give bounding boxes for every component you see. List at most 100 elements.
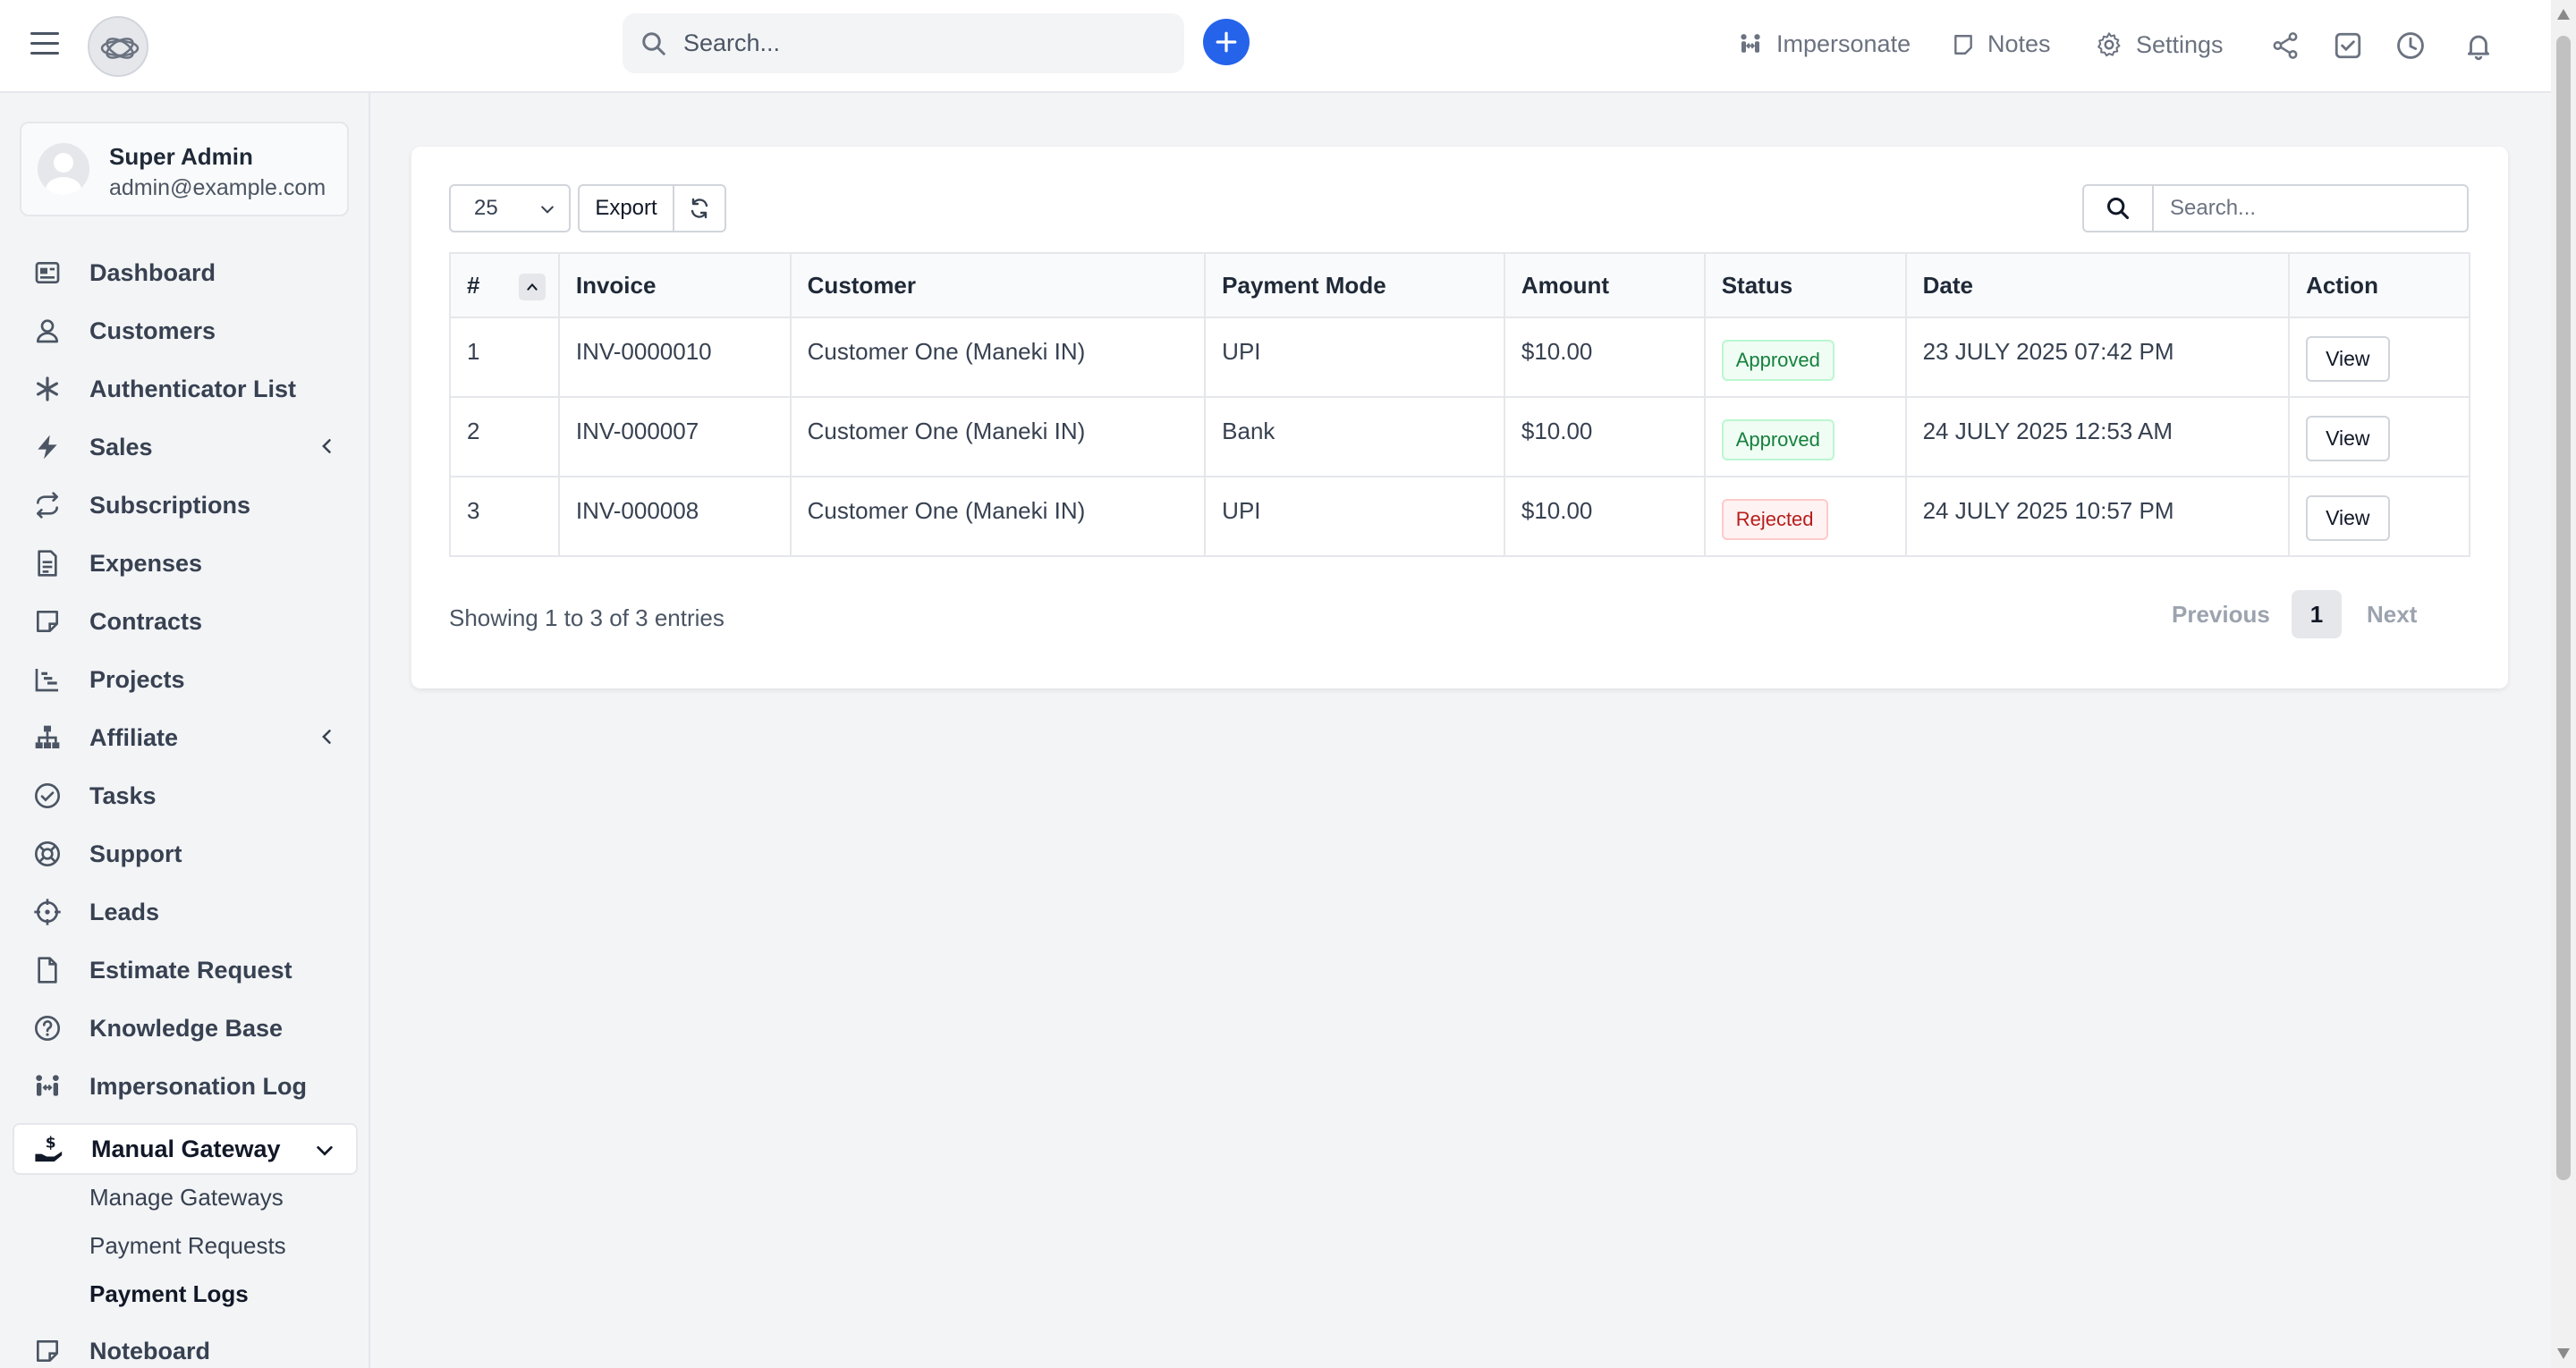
- table-search-button[interactable]: [2082, 184, 2154, 232]
- column-header-action: Action: [2288, 252, 2470, 318]
- impersonate-label: Impersonate: [1776, 30, 1911, 57]
- user-icon: [37, 319, 58, 343]
- payment-logs-card: 25 Export # Invoice Customer Payment Mod…: [411, 147, 2508, 688]
- sidebar-item-manual-gateway[interactable]: $ Manual Gateway: [13, 1123, 358, 1175]
- sidebar-item-label: Noteboard: [89, 1337, 210, 1364]
- sidebar-subitem-payment-requests[interactable]: Payment Requests: [89, 1232, 286, 1260]
- sticky-note-icon: [37, 611, 58, 632]
- column-header-date[interactable]: Date: [1904, 252, 2291, 318]
- column-header-number[interactable]: #: [449, 252, 560, 318]
- cell-status: Approved: [1703, 317, 1907, 398]
- sidebar-item-authenticator-list[interactable]: Authenticator List: [13, 363, 358, 415]
- user-name: Super Admin: [109, 143, 253, 170]
- chevron-down-icon: [541, 206, 554, 214]
- cell-customer: Customer One (Maneki IN): [789, 397, 1207, 477]
- scrollbar-thumb[interactable]: [2556, 36, 2571, 1180]
- cell-action: View: [2288, 477, 2470, 557]
- bell-icon[interactable]: [2463, 30, 2494, 61]
- sidebar-subitem-manage-gateways[interactable]: Manage Gateways: [89, 1184, 284, 1212]
- cell-date: 24 JULY 2025 12:53 AM: [1904, 397, 2291, 477]
- sidebar-item-dashboard[interactable]: Dashboard: [13, 247, 358, 299]
- sidebar-item-noteboard[interactable]: Noteboard: [13, 1325, 358, 1368]
- top-bar: Impersonate Notes Settings: [0, 0, 2551, 93]
- sort-button[interactable]: [518, 274, 546, 300]
- people-arrows-icon: [36, 1075, 59, 1096]
- pagination-page-1[interactable]: 1: [2292, 590, 2342, 638]
- column-header-invoice[interactable]: Invoice: [557, 252, 792, 318]
- status-badge: Approved: [1721, 340, 1835, 381]
- sidebar-item-customers[interactable]: Customers: [13, 305, 358, 357]
- cell-status: Rejected: [1703, 477, 1907, 557]
- svg-text:$: $: [46, 1135, 56, 1153]
- cell-amount: $10.00: [1503, 397, 1706, 477]
- cell-payment-mode: UPI: [1204, 477, 1505, 557]
- scroll-up-arrow-icon[interactable]: [2557, 9, 2570, 20]
- refresh-icon: [691, 198, 708, 219]
- view-button[interactable]: View: [2306, 416, 2390, 461]
- sidebar-item-projects[interactable]: Projects: [13, 654, 358, 705]
- cell-action: View: [2288, 317, 2470, 398]
- sidebar-item-label: Knowledge Base: [89, 1014, 284, 1042]
- sidebar-item-label: Subscriptions: [89, 491, 251, 519]
- sidebar-item-support[interactable]: Support: [13, 828, 358, 880]
- global-search-input[interactable]: [683, 30, 1166, 57]
- checkbox-icon[interactable]: [2333, 30, 2363, 61]
- sidebar-item-contracts[interactable]: Contracts: [13, 595, 358, 647]
- table-row: 1 INV-0000010 Customer One (Maneki IN) U…: [449, 317, 2470, 398]
- table-search-input[interactable]: [2152, 184, 2469, 232]
- sidebar-item-label: Estimate Request: [89, 956, 292, 984]
- export-button[interactable]: Export: [578, 184, 674, 232]
- page-size-select[interactable]: 25: [449, 184, 571, 232]
- pagination-next[interactable]: Next: [2367, 601, 2417, 629]
- sidebar-item-expenses[interactable]: Expenses: [13, 537, 358, 589]
- cell-date: 23 JULY 2025 07:42 PM: [1904, 317, 2291, 398]
- sidebar-item-label: Projects: [89, 665, 185, 693]
- sidebar-item-impersonation-log[interactable]: Impersonation Log: [13, 1060, 358, 1112]
- quick-add-button[interactable]: [1203, 19, 1250, 65]
- view-button[interactable]: View: [2306, 336, 2390, 382]
- user-profile-card[interactable]: Super Admin admin@example.com: [20, 122, 349, 216]
- sidebar-subitem-payment-logs[interactable]: Payment Logs: [89, 1280, 249, 1308]
- sidebar-item-label: Manual Gateway: [91, 1135, 281, 1162]
- cell-invoice: INV-000007: [557, 397, 792, 477]
- settings-button[interactable]: Settings: [2095, 30, 2224, 59]
- sidebar-item-leads[interactable]: Leads: [13, 886, 358, 938]
- cell-customer: Customer One (Maneki IN): [789, 477, 1207, 557]
- cell-date: 24 JULY 2025 10:57 PM: [1904, 477, 2291, 557]
- column-header-amount[interactable]: Amount: [1503, 252, 1706, 318]
- scroll-down-arrow-icon[interactable]: [2557, 1348, 2570, 1359]
- sidebar-item-tasks[interactable]: Tasks: [13, 770, 358, 822]
- column-header-payment-mode[interactable]: Payment Mode: [1204, 252, 1505, 318]
- clock-icon[interactable]: [2395, 30, 2426, 61]
- menu-toggle-icon[interactable]: [30, 32, 59, 59]
- sitemap-icon: [35, 725, 60, 748]
- status-badge: Rejected: [1721, 499, 1828, 540]
- hand-dollar-icon: $: [35, 1135, 63, 1162]
- page-scrollbar[interactable]: [2551, 0, 2576, 1368]
- refresh-button[interactable]: [673, 184, 726, 232]
- check-circle-icon: [35, 783, 60, 808]
- pagination-previous[interactable]: Previous: [2172, 601, 2270, 629]
- column-header-label: #: [467, 271, 480, 299]
- sidebar-item-label: Tasks: [89, 781, 157, 809]
- repeat-icon: [37, 492, 58, 519]
- view-button[interactable]: View: [2306, 495, 2390, 541]
- column-header-customer[interactable]: Customer: [789, 252, 1207, 318]
- column-header-status[interactable]: Status: [1703, 252, 1907, 318]
- share-icon[interactable]: [2270, 30, 2301, 61]
- chevron-left-icon: [322, 730, 331, 744]
- sidebar-item-estimate-request[interactable]: Estimate Request: [13, 944, 358, 996]
- app-logo[interactable]: [88, 16, 148, 77]
- notes-button[interactable]: Notes: [1952, 30, 2051, 58]
- sidebar-item-knowledge-base[interactable]: Knowledge Base: [13, 1002, 358, 1054]
- impersonate-button[interactable]: Impersonate: [1737, 30, 1911, 58]
- sidebar-item-subscriptions[interactable]: Subscriptions: [13, 479, 358, 531]
- sidebar-item-label: Expenses: [89, 549, 203, 577]
- sidebar-item-affiliate[interactable]: Affiliate: [13, 712, 358, 764]
- sidebar-item-sales[interactable]: Sales: [13, 421, 358, 473]
- cell-customer: Customer One (Maneki IN): [789, 317, 1207, 398]
- sidebar-item-label: Affiliate: [89, 723, 179, 751]
- global-search[interactable]: [623, 13, 1184, 73]
- table-row: 3 INV-000008 Customer One (Maneki IN) UP…: [449, 477, 2470, 557]
- search-icon: [642, 31, 665, 55]
